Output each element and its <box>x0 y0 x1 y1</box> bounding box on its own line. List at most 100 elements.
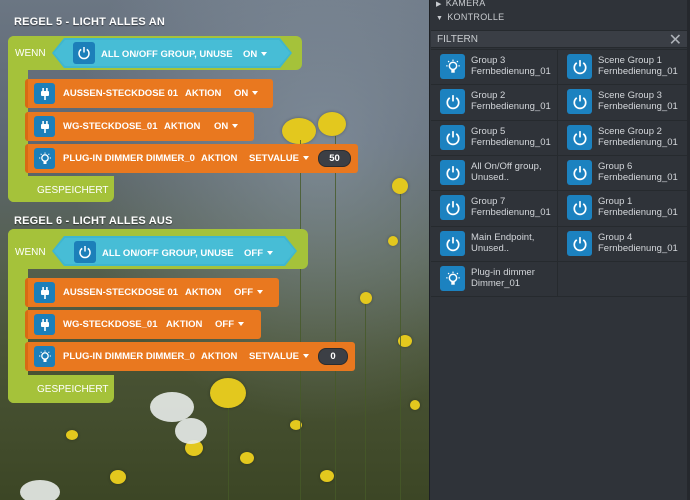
device-name-line1: Main Endpoint, <box>471 232 535 243</box>
section-header-kamera[interactable]: ▶ KAMERA <box>436 0 486 8</box>
device-tile[interactable]: Group 7 Fernbedienung_01 <box>431 190 557 225</box>
saved-status: GESPEICHERT <box>37 384 109 395</box>
device-name-line2: Fernbedienung_01 <box>598 207 678 218</box>
chevron-down-icon <box>261 52 268 56</box>
power-icon <box>567 125 592 150</box>
condition-state-value: ON <box>243 49 258 60</box>
device-name-line1: Group 3 <box>471 55 506 66</box>
plug-icon <box>34 83 55 104</box>
action-value: SETVALUE <box>249 351 299 362</box>
action-device-name: WG-STECKDOSE_01 <box>63 121 158 132</box>
device-name-line1: Group 4 <box>598 232 633 243</box>
filter-label: FILTERN <box>437 34 478 45</box>
action-label: AKTION <box>166 319 203 330</box>
device-name-line1: Plug-in dimmer <box>471 267 535 278</box>
device-name-line1: Scene Group 2 <box>598 126 662 137</box>
plug-icon <box>34 314 55 335</box>
bulb-icon <box>34 346 55 367</box>
device-tile[interactable]: Group 3 Fernbedienung_01 <box>431 49 557 84</box>
device-name: All On/Off group, Unused.. <box>471 161 542 183</box>
device-tile[interactable]: Scene Group 2 Fernbedienung_01 <box>558 120 687 155</box>
device-tile[interactable]: Main Endpoint, Unused.. <box>431 226 557 261</box>
device-tile[interactable]: Group 4 Fernbedienung_01 <box>558 226 687 261</box>
action-value-dropdown[interactable]: ON <box>214 121 239 132</box>
device-name-line2: Fernbedienung_01 <box>471 66 551 77</box>
device-name-line2: Unused.. <box>471 172 510 183</box>
device-name-line1: Group 7 <box>471 196 506 207</box>
action-label: AKTION <box>201 153 238 164</box>
bulb-icon <box>34 148 55 169</box>
action-value: SETVALUE <box>249 153 299 164</box>
device-name-line2: Fernbedienung_01 <box>598 101 678 112</box>
device-tile[interactable]: Group 5 Fernbedienung_01 <box>431 120 557 155</box>
action-value-dropdown[interactable]: ON <box>234 88 259 99</box>
device-name-line2: Fernbedienung_01 <box>471 101 551 112</box>
close-icon[interactable]: ✕ <box>669 30 682 50</box>
background-flower <box>210 378 246 408</box>
device-name: Scene Group 3 Fernbedienung_01 <box>598 90 678 112</box>
action-label: AKTION <box>164 121 201 132</box>
action-value: ON <box>234 88 249 99</box>
device-name-line1: Group 1 <box>598 196 633 207</box>
power-icon <box>73 42 95 64</box>
condition-device-name: ALL ON/OFF GROUP, UNUSE <box>102 248 234 259</box>
action-value-dropdown[interactable]: SETVALUE <box>249 153 309 164</box>
plug-icon <box>34 116 55 137</box>
device-tile[interactable]: Group 1 Fernbedienung_01 <box>558 190 687 225</box>
chevron-down-icon <box>302 354 309 358</box>
condition-state-dropdown[interactable]: ON <box>243 49 268 60</box>
action-block[interactable]: AUSSEN-STECKDOSE 01 AKTION ON <box>25 79 273 108</box>
when-label: WENN <box>15 247 46 258</box>
power-icon <box>440 195 465 220</box>
power-icon <box>74 241 96 263</box>
action-value-dropdown[interactable]: OFF <box>234 287 263 298</box>
action-block[interactable]: WG-STECKDOSE_01 AKTION OFF <box>25 310 261 339</box>
action-value-dropdown[interactable]: OFF <box>215 319 244 330</box>
condition-state-value: OFF <box>244 248 263 259</box>
action-block[interactable]: PLUG-IN DIMMER DIMMER_0 AKTION SETVALUE … <box>25 144 358 173</box>
action-label: AKTION <box>185 88 222 99</box>
device-tile[interactable]: Scene Group 1 Fernbedienung_01 <box>558 49 687 84</box>
chevron-down-icon <box>257 290 263 294</box>
chevron-down-icon <box>238 322 244 326</box>
device-name-line2: Dimmer_01 <box>471 278 521 289</box>
action-device-name: PLUG-IN DIMMER DIMMER_0 <box>63 153 195 164</box>
bulb-icon <box>440 54 465 79</box>
background-flower <box>410 400 420 410</box>
background-stem <box>300 140 301 500</box>
device-name-line2: Fernbedienung_01 <box>598 137 678 148</box>
device-tile[interactable]: Plug-in dimmer Dimmer_01 <box>431 261 557 296</box>
chevron-down-icon <box>252 91 259 95</box>
background-flower <box>392 178 408 194</box>
device-name: Group 1 Fernbedienung_01 <box>598 196 678 218</box>
power-icon <box>440 125 465 150</box>
device-tile[interactable]: Group 2 Fernbedienung_01 <box>431 84 557 119</box>
device-name-line2: Fernbedienung_01 <box>471 137 551 148</box>
section-label: KONTROLLE <box>447 12 505 22</box>
background-flower <box>175 418 207 444</box>
device-tile[interactable]: All On/Off group, Unused.. <box>431 155 557 190</box>
action-block[interactable]: WG-STECKDOSE_01 AKTION ON <box>25 112 254 141</box>
device-name-line2: Fernbedienung_01 <box>598 243 678 254</box>
device-tile[interactable]: Scene Group 3 Fernbedienung_01 <box>558 84 687 119</box>
background-flower <box>318 112 346 136</box>
background-flower <box>388 236 398 246</box>
action-number-input[interactable]: 0 <box>318 348 348 365</box>
device-tile[interactable]: Group 6 Fernbedienung_01 <box>558 155 687 190</box>
action-block[interactable]: AUSSEN-STECKDOSE 01 AKTION OFF <box>25 278 279 307</box>
device-name-line1: All On/Off group, <box>471 161 542 172</box>
background-stem <box>228 408 229 500</box>
condition-state-dropdown[interactable]: OFF <box>244 248 273 259</box>
filter-bar[interactable]: FILTERN ✕ <box>431 30 690 50</box>
chevron-down-icon <box>267 251 273 255</box>
action-block[interactable]: PLUG-IN DIMMER DIMMER_0 AKTION SETVALUE … <box>25 342 355 371</box>
section-header-kontrolle[interactable]: ▼ KONTROLLE <box>436 12 504 22</box>
power-icon <box>567 160 592 185</box>
action-value-dropdown[interactable]: SETVALUE <box>249 351 309 362</box>
device-name-line1: Group 2 <box>471 90 506 101</box>
action-number-input[interactable]: 50 <box>318 150 351 167</box>
action-value: OFF <box>234 287 253 298</box>
bulb-icon <box>440 266 465 291</box>
background-flower <box>20 480 60 500</box>
action-device-name: AUSSEN-STECKDOSE 01 <box>63 88 179 99</box>
